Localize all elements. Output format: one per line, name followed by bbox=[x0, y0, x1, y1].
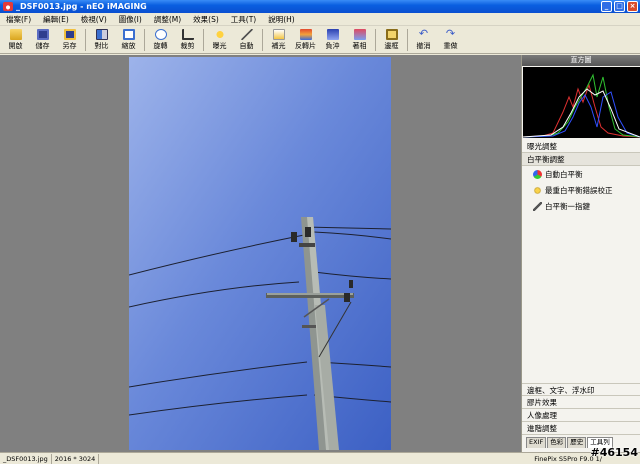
rotate-icon bbox=[154, 29, 167, 40]
open-button[interactable]: 開啟 bbox=[2, 27, 29, 53]
fill-light-button[interactable]: 補光 bbox=[265, 27, 292, 53]
fill-light-icon bbox=[272, 29, 285, 40]
undo-icon: ↶ bbox=[418, 27, 429, 40]
folder-icon bbox=[9, 29, 22, 40]
toolbar-separator bbox=[85, 29, 86, 51]
image-workspace[interactable] bbox=[0, 55, 521, 452]
toolbar-separator bbox=[144, 29, 145, 51]
maximize-button[interactable]: □ bbox=[614, 1, 625, 12]
wb-error-correction-option[interactable]: 最重白平衡錯誤校正 bbox=[522, 182, 640, 198]
film-icon bbox=[299, 29, 312, 40]
film-effects-section[interactable]: 膠片效果 bbox=[522, 396, 640, 409]
tab-history[interactable]: 歷史 bbox=[567, 437, 587, 448]
portrait-section[interactable]: 人像處理 bbox=[522, 409, 640, 422]
menu-edit[interactable]: 編輯(E) bbox=[37, 14, 75, 25]
one-click-wb-option[interactable]: 白平衡一指鍵 bbox=[522, 198, 640, 214]
histogram-title: 直方圖 bbox=[522, 55, 640, 66]
zoom-icon bbox=[122, 29, 135, 40]
toolbar-separator bbox=[203, 29, 204, 51]
exposure-section[interactable]: 曝光調整 bbox=[522, 140, 640, 153]
status-bar: _DSF0013.jpg 2016 * 3024 FinePix S5Pro F… bbox=[0, 452, 640, 464]
status-filename: _DSF0013.jpg bbox=[0, 453, 52, 464]
menu-view[interactable]: 檢視(V) bbox=[75, 14, 113, 25]
menu-image[interactable]: 圖像(I) bbox=[113, 14, 148, 25]
adjustment-panel: 直方圖 曝光調整 白平衡調整 自動白平衡 最重白平衡錯誤校正 白平衡一指鍵 邊框… bbox=[521, 55, 640, 452]
disk-icon bbox=[36, 29, 49, 40]
color-wheel-icon bbox=[533, 169, 542, 179]
menu-tools[interactable]: 工具(T) bbox=[225, 14, 262, 25]
menu-file[interactable]: 檔案(F) bbox=[0, 14, 37, 25]
menu-adjust[interactable]: 調整(M) bbox=[148, 14, 187, 25]
frame-text-watermark-section[interactable]: 邊框、文字、浮水印 bbox=[522, 383, 640, 396]
negative-icon bbox=[326, 29, 339, 40]
negative-button[interactable]: 負沖 bbox=[319, 27, 346, 53]
minimize-button[interactable]: _ bbox=[601, 1, 612, 12]
menu-help[interactable]: 說明(H) bbox=[262, 14, 301, 25]
advanced-adjust-section[interactable]: 進階調整 bbox=[522, 422, 640, 435]
redo-icon: ↷ bbox=[445, 27, 456, 40]
compare-button[interactable]: 對比 bbox=[88, 27, 115, 53]
histogram bbox=[522, 67, 640, 138]
more-sections: 邊框、文字、浮水印 膠片效果 人像處理 進階調整 bbox=[522, 383, 640, 435]
photo-canvas[interactable] bbox=[129, 57, 391, 450]
exposure-button[interactable]: 曝光 bbox=[206, 27, 233, 53]
tint-button[interactable]: 著相 bbox=[346, 27, 373, 53]
toolbar-separator bbox=[375, 29, 376, 51]
title-bar: _DSF0013.jpg - nEO iMAGING _ □ × bbox=[0, 0, 640, 13]
watermark-text: #46154 bbox=[590, 446, 639, 459]
eyedropper-icon bbox=[533, 201, 542, 211]
zoom-button[interactable]: 縮放 bbox=[115, 27, 142, 53]
utility-pole-photo bbox=[129, 57, 391, 450]
frame-icon bbox=[385, 29, 398, 40]
menu-effects[interactable]: 效果(S) bbox=[187, 14, 225, 25]
toolbar-separator bbox=[262, 29, 263, 51]
status-dimensions: 2016 * 3024 bbox=[52, 453, 100, 464]
crop-button[interactable]: 裁剪 bbox=[174, 27, 201, 53]
redo-button[interactable]: ↷ 重做 bbox=[437, 27, 464, 53]
tab-exif[interactable]: EXIF bbox=[526, 437, 547, 448]
toolbar: 開啟 儲存 另存 對比 縮放 旋轉 裁剪 曝光 自動 補光 反轉片 負沖 著相 … bbox=[0, 27, 640, 54]
menu-bar: 檔案(F) 編輯(E) 檢視(V) 圖像(I) 調整(M) 效果(S) 工具(T… bbox=[0, 13, 640, 26]
window-title: _DSF0013.jpg - nEO iMAGING bbox=[16, 2, 147, 11]
close-button[interactable]: × bbox=[627, 1, 638, 12]
undo-button[interactable]: ↶ 撤消 bbox=[410, 27, 437, 53]
auto-white-balance-option[interactable]: 自動白平衡 bbox=[522, 166, 640, 182]
sun-icon bbox=[213, 29, 226, 40]
save-as-icon bbox=[63, 29, 76, 40]
save-button[interactable]: 儲存 bbox=[29, 27, 56, 53]
auto-button[interactable]: 自動 bbox=[233, 27, 260, 53]
toolbar-separator bbox=[407, 29, 408, 51]
crop-icon bbox=[181, 29, 194, 40]
white-balance-section[interactable]: 白平衡調整 bbox=[522, 153, 640, 166]
frame-button[interactable]: 邊框 bbox=[378, 27, 405, 53]
reverse-film-button[interactable]: 反轉片 bbox=[292, 27, 319, 53]
sparkle-icon bbox=[533, 185, 542, 195]
save-as-button[interactable]: 另存 bbox=[56, 27, 83, 53]
compare-icon bbox=[95, 29, 108, 40]
rotate-button[interactable]: 旋轉 bbox=[147, 27, 174, 53]
tab-color[interactable]: 色彩 bbox=[547, 437, 567, 448]
wand-icon bbox=[240, 29, 253, 40]
app-icon bbox=[3, 2, 13, 11]
tint-icon bbox=[353, 29, 366, 40]
